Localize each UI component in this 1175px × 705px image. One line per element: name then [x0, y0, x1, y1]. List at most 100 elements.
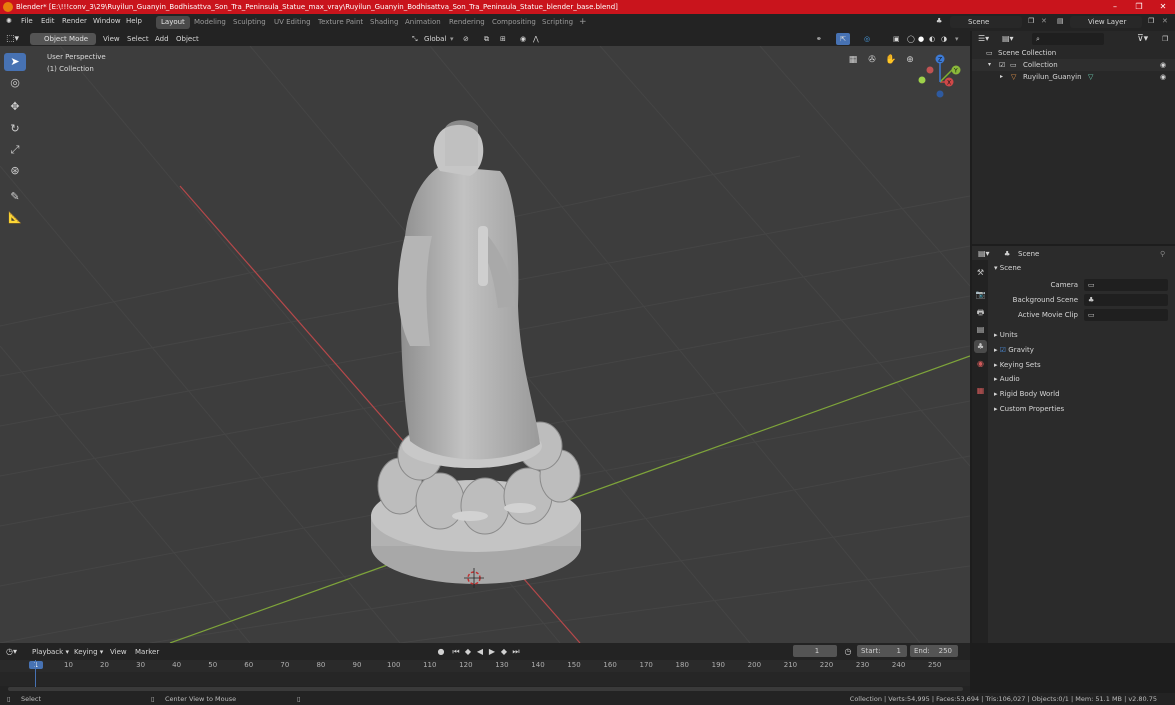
world-tab-icon[interactable]: ◉ [974, 357, 987, 370]
ortho-toggle-icon[interactable]: ▦ [846, 53, 860, 67]
tab-uv-editing[interactable]: UV Editing [269, 16, 316, 29]
visibility-eye-icon[interactable]: ◉ [1160, 71, 1166, 83]
keying-menu[interactable]: Keying ▾ [74, 646, 103, 658]
tab-sculpting[interactable]: Sculpting [228, 16, 271, 29]
next-keyframe-icon[interactable]: ◆ [499, 647, 509, 657]
menu-file[interactable]: File [21, 17, 33, 25]
camera-view-icon[interactable]: ✇ [865, 53, 879, 67]
tab-compositing[interactable]: Compositing [487, 16, 541, 29]
menu-add[interactable]: Add [155, 33, 169, 45]
chevron-down-icon[interactable]: ▾ [450, 33, 454, 45]
rigid-body-world-panel[interactable]: ▸ Rigid Body World [994, 388, 1060, 400]
timeline-editor-icon[interactable]: ◷▾ [6, 646, 17, 658]
tab-scripting[interactable]: Scripting [537, 16, 578, 29]
outliner-editor-icon[interactable]: ☰▾ [978, 33, 989, 45]
visibility-eye-icon[interactable]: ◉ [1160, 59, 1166, 71]
tab-layout[interactable]: Layout [156, 16, 190, 29]
add-workspace-button[interactable]: + [574, 16, 592, 29]
tab-modeling[interactable]: Modeling [189, 16, 231, 29]
active-movie-clip-field[interactable]: ▭ [1084, 309, 1168, 321]
minimize-button[interactable]: – [1103, 0, 1127, 14]
playhead-line[interactable] [35, 660, 36, 688]
menu-render[interactable]: Render [62, 17, 87, 25]
maximize-button[interactable]: ❐ [1127, 0, 1151, 14]
blender-menu-icon[interactable]: ✺ [6, 17, 12, 25]
shading-options-icon[interactable]: ▾ [955, 33, 959, 45]
properties-editor-icon[interactable]: ▤▾ [978, 248, 990, 260]
wireframe-shading-icon[interactable]: ◯ [907, 33, 915, 45]
menu-window[interactable]: Window [93, 17, 121, 25]
snap-target-icon[interactable]: ⊞ [500, 33, 506, 45]
filter-icon[interactable]: ⊽▾ [1137, 33, 1148, 45]
tab-animation[interactable]: Animation [400, 16, 446, 29]
outliner-row-collection[interactable]: ▾ ☑ ▭ Collection ◉ [972, 59, 1175, 71]
gravity-checkbox-icon[interactable]: ☑ [1000, 346, 1006, 354]
current-frame-field[interactable]: 1 [793, 645, 837, 657]
orientation-dropdown[interactable]: Global [424, 33, 446, 45]
audio-panel[interactable]: ▸ Audio [994, 373, 1020, 385]
pin-icon[interactable]: ⚲ [1160, 248, 1165, 260]
tab-rendering[interactable]: Rendering [444, 16, 490, 29]
keying-sets-panel[interactable]: ▸ Keying Sets [994, 359, 1041, 371]
editor-type-icon[interactable]: ⬚▾ [6, 33, 19, 45]
gizmo-toggle-icon[interactable]: ⇱ [836, 33, 850, 45]
select-tool-button[interactable]: ➤ [4, 53, 26, 71]
object-mode-dropdown[interactable]: Object Mode [30, 33, 96, 45]
gravity-panel[interactable]: ▸ ☑ Gravity [994, 344, 1034, 356]
play-icon[interactable]: ▶ [487, 647, 497, 657]
transform-tool-button[interactable]: ⊛ [4, 162, 26, 180]
scene-field[interactable]: Scene [950, 16, 1022, 28]
keyframe-area[interactable] [0, 672, 970, 686]
annotate-tool-button[interactable]: ✎ [4, 188, 26, 206]
tab-texture-paint[interactable]: Texture Paint [313, 16, 368, 29]
render-tab-icon[interactable]: 📷 [974, 288, 987, 301]
menu-select[interactable]: Select [127, 33, 149, 45]
xray-toggle-icon[interactable]: ▣ [893, 33, 900, 45]
proportional-edit-icon[interactable]: ◉ [520, 33, 526, 45]
checkbox-icon[interactable]: ☑ [999, 59, 1005, 71]
pivot-icon[interactable]: ⊘ [463, 33, 469, 45]
menu-edit[interactable]: Edit [41, 17, 55, 25]
new-view-layer-icon[interactable]: ❐ [1148, 17, 1154, 25]
view-layer-field[interactable]: View Layer [1070, 16, 1142, 28]
jump-end-icon[interactable]: ⏭ [511, 647, 521, 657]
outliner-row-scene-collection[interactable]: ▭ Scene Collection [972, 47, 1175, 59]
marker-menu[interactable]: Marker [135, 646, 159, 658]
view-layer-tab-icon[interactable]: ▤ [974, 323, 987, 336]
expand-arrow-icon[interactable]: ▾ [988, 59, 991, 71]
delete-view-layer-icon[interactable]: ✕ [1162, 17, 1168, 25]
timeline-view-menu[interactable]: View [110, 646, 127, 658]
cursor-tool-button[interactable]: ◎ [4, 74, 26, 92]
menu-object[interactable]: Object [176, 33, 199, 45]
texture-tab-icon[interactable]: ▦ [974, 384, 987, 397]
custom-properties-panel[interactable]: ▸ Custom Properties [994, 403, 1064, 415]
rotate-tool-button[interactable]: ↻ [4, 120, 26, 138]
overlay-toggle-icon[interactable]: ◎ [864, 33, 870, 45]
menu-help[interactable]: Help [126, 17, 142, 25]
outliner-search-input[interactable]: ⌕ [1032, 33, 1104, 45]
outliner-row-object[interactable]: ▸ ▽ Ruyilun_Guanyin ▽ ◉ [972, 71, 1175, 83]
playback-menu[interactable]: Playback ▾ [32, 646, 69, 658]
expand-arrow-icon[interactable]: ▸ [1000, 71, 1003, 83]
timeline-scrollbar[interactable] [8, 687, 963, 691]
statue-model[interactable] [0, 46, 970, 643]
record-icon[interactable]: ● [436, 647, 446, 657]
material-shading-icon[interactable]: ◐ [929, 33, 935, 45]
snap-icon[interactable]: ⧉ [484, 33, 489, 45]
menu-view[interactable]: View [103, 33, 120, 45]
output-tab-icon[interactable]: 🖶 [974, 306, 987, 319]
scale-tool-button[interactable]: ⤢ [4, 141, 26, 159]
object-visibility-icon[interactable]: ⚭ [816, 33, 822, 45]
new-scene-icon[interactable]: ❐ [1028, 17, 1034, 25]
scene-panel-header[interactable]: ▾ Scene [994, 262, 1021, 274]
close-button[interactable]: ✕ [1151, 0, 1175, 14]
background-scene-field[interactable]: ♣ [1084, 294, 1168, 306]
pan-hand-icon[interactable]: ✋ [884, 53, 898, 67]
tab-shading[interactable]: Shading [365, 16, 403, 29]
tool-tab-icon[interactable]: ⚒ [974, 266, 987, 279]
zoom-icon[interactable]: ⊕ [903, 53, 917, 67]
measure-tool-button[interactable]: 📐 [4, 209, 26, 227]
new-collection-icon[interactable]: ❐ [1162, 33, 1168, 45]
start-frame-field[interactable]: Start: 1 [857, 645, 907, 657]
play-reverse-icon[interactable]: ◀ [475, 647, 485, 657]
